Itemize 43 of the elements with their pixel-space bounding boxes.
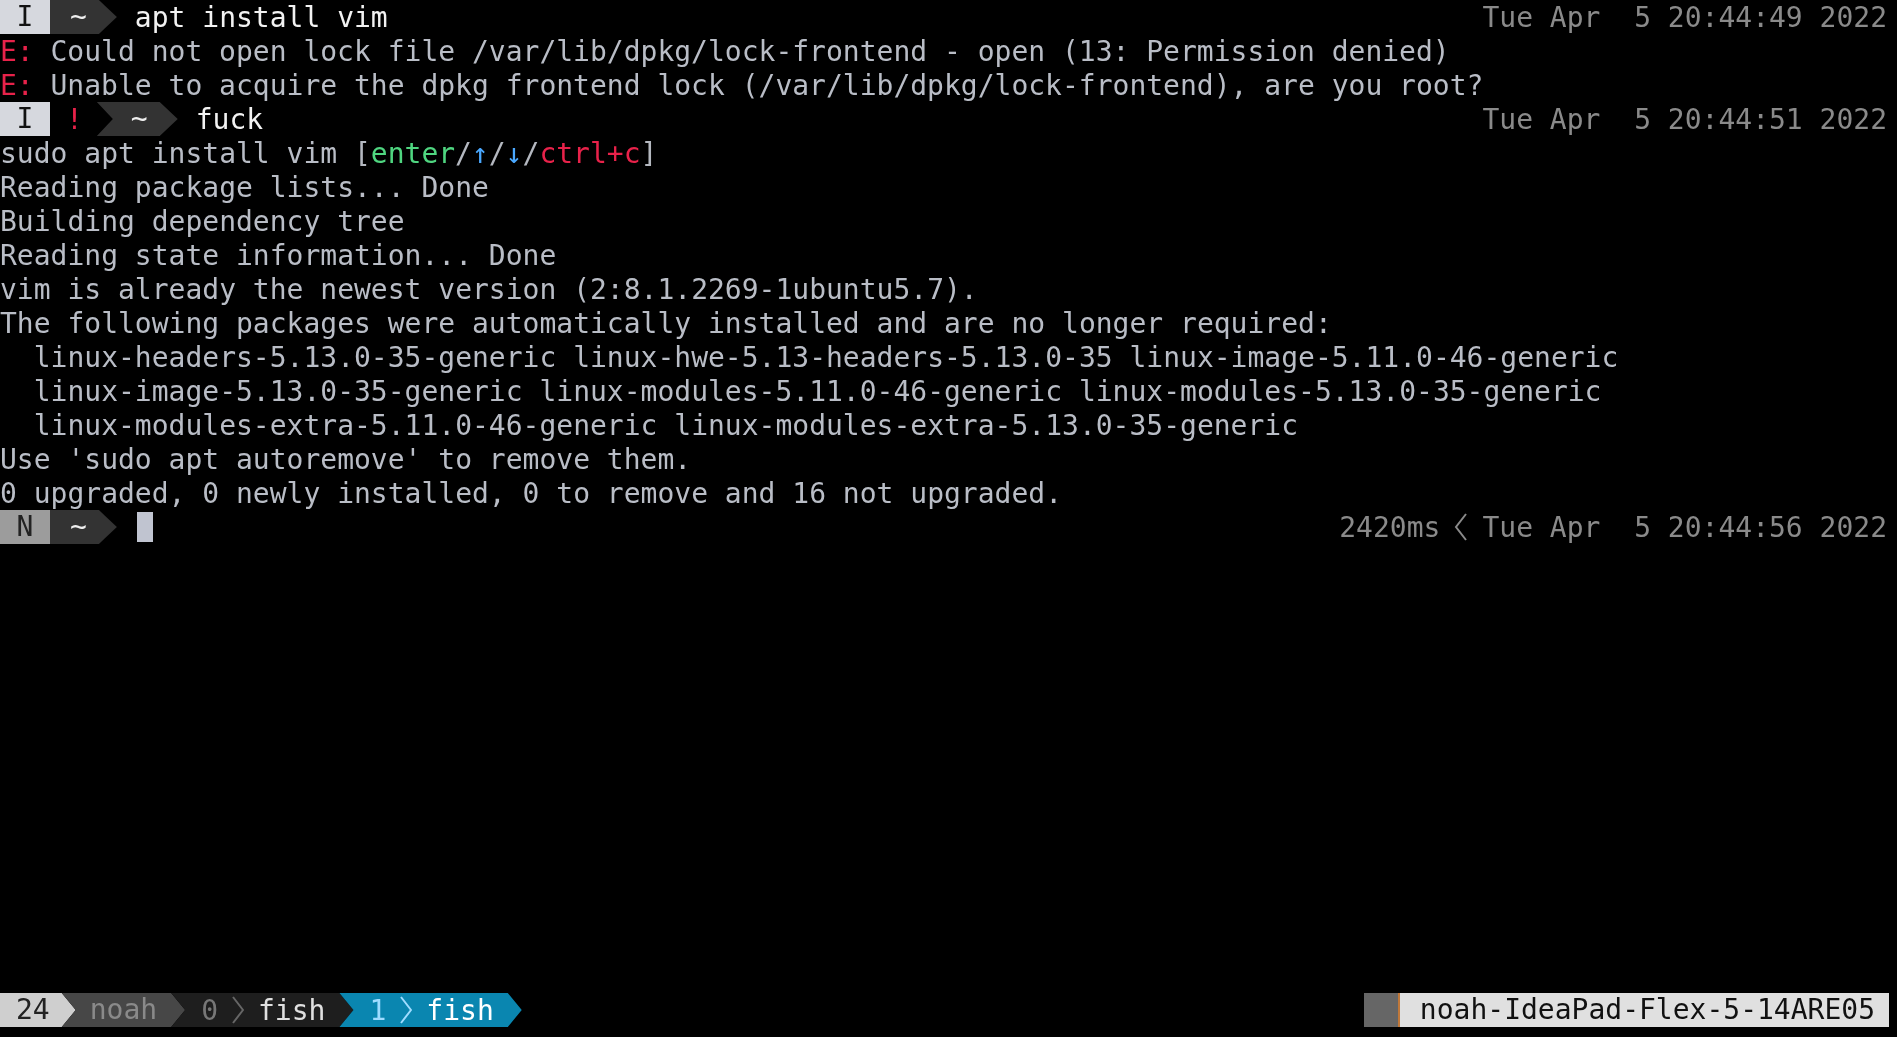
key-hint: enter xyxy=(370,136,456,170)
output-line: linux-image-5.13.0-35-generic linux-modules-5.11.0-46-generic linux-modules-5.13.0-35-generic xyxy=(32,374,1602,408)
output-line: linux-modules-extra-5.11.0-46-generic linux-modules-extra-5.13.0-35-generic xyxy=(32,408,1299,442)
chevron-left-icon xyxy=(1454,513,1469,541)
output-line: Reading state information... Done xyxy=(0,238,557,272)
vi-mode-indicator: I xyxy=(0,0,50,34)
key-hint: / xyxy=(522,136,540,170)
key-hint: ctrl+c xyxy=(539,136,641,170)
key-hint: [ xyxy=(353,136,371,170)
output-line: Building dependency tree xyxy=(0,204,405,238)
chevron-right-icon xyxy=(400,996,413,1024)
output-line: Use 'sudo apt autoremove' to remove them. xyxy=(0,442,692,476)
command-text: fuck xyxy=(195,102,264,136)
error-message: Unable to acquire the dpkg frontend lock (/var/lib/dpkg/lock-frontend), are you root? xyxy=(50,68,1484,102)
window-tab[interactable]: 1 fish xyxy=(339,993,522,1027)
command-text: apt install vim xyxy=(134,0,388,34)
key-hint: ↑ xyxy=(471,136,489,170)
output-line: 0 upgraded, 0 newly installed, 0 to remove and 16 not upgraded. xyxy=(0,476,1063,510)
vi-mode-indicator: I xyxy=(0,102,50,136)
output-line: linux-headers-5.13.0-35-generic linux-hwe-5.13-headers-5.13.0-35 linux-image-5.11.0-46-generic xyxy=(32,340,1619,374)
key-hint: ] xyxy=(640,136,658,170)
timestamp: Tue Apr 5 20:44:49 2022 xyxy=(1482,0,1887,34)
output-line: The following packages were automatically installed and are no longer required: xyxy=(0,306,1332,340)
timestamp: Tue Apr 5 20:44:51 2022 xyxy=(1482,102,1887,136)
timestamp: Tue Apr 5 20:44:56 2022 xyxy=(1482,510,1887,544)
directory-segment: ~ xyxy=(96,102,178,136)
error-prefix: E: xyxy=(0,34,34,68)
suggested-command: sudo apt install vim xyxy=(0,136,338,170)
directory-segment: ~ xyxy=(50,0,117,34)
output-line: vim is already the newest version (2:8.1.2269-1ubuntu5.7). xyxy=(0,272,978,306)
command-duration: 2420ms xyxy=(1339,510,1441,544)
window-tab[interactable]: 0 fish xyxy=(171,993,354,1027)
session-number: 24 xyxy=(0,993,76,1027)
chevron-right-icon xyxy=(232,996,244,1024)
error-status-indicator: ! xyxy=(65,102,84,136)
error-prefix: E: xyxy=(0,68,34,102)
vi-mode-indicator: N xyxy=(0,510,50,544)
key-hint: / xyxy=(488,136,506,170)
output-line: Reading package lists... Done xyxy=(0,170,489,204)
key-hint: ↓ xyxy=(505,136,523,170)
directory-segment: ~ xyxy=(50,510,117,544)
key-hint: / xyxy=(455,136,472,170)
error-message: Could not open lock file /var/lib/dpkg/lock-frontend - open (13: Permission denied) xyxy=(50,34,1450,68)
